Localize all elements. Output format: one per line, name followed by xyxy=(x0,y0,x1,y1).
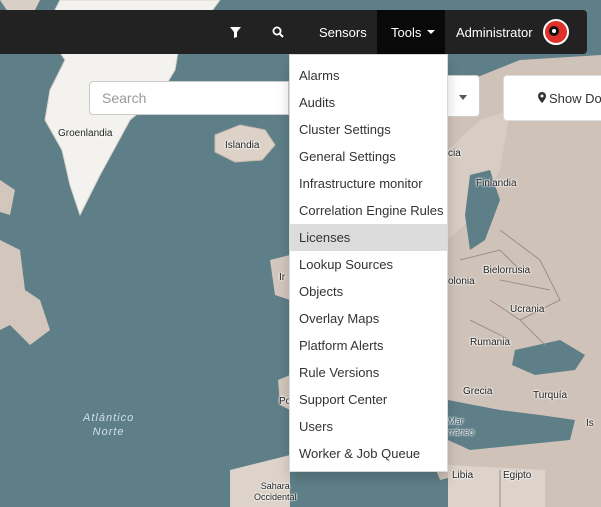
search-icon xyxy=(272,26,284,38)
menu-item-lookup-sources[interactable]: Lookup Sources xyxy=(290,251,447,278)
search-select-toggle[interactable] xyxy=(447,75,480,117)
menu-item-audits[interactable]: Audits xyxy=(290,89,447,116)
map-label-ir: Ir xyxy=(279,272,286,283)
chevron-down-icon xyxy=(459,95,467,100)
map-label-ucrania: Ucrania xyxy=(510,304,545,315)
chevron-down-icon xyxy=(427,30,436,34)
tools-dropdown-menu: Alarms Audits Cluster Settings General S… xyxy=(289,54,448,472)
menu-item-support-center[interactable]: Support Center xyxy=(290,386,447,413)
menu-item-platform-alerts[interactable]: Platform Alerts xyxy=(290,332,447,359)
nav-sensors[interactable]: Sensors xyxy=(319,10,367,54)
map-label-rumania: Rumania xyxy=(470,337,511,348)
map-label-islandia: Islandia xyxy=(225,140,260,151)
menu-item-infrastructure-monitor[interactable]: Infrastructure monitor xyxy=(290,170,447,197)
menu-item-general-settings[interactable]: General Settings xyxy=(290,143,447,170)
nav-tools[interactable]: Tools xyxy=(377,10,445,54)
map-label-groenlandia: Groenlandia xyxy=(58,128,113,139)
map-label-mediterraneo: Mar rráneo xyxy=(448,416,475,437)
menu-item-users[interactable]: Users xyxy=(290,413,447,440)
top-navbar: Sensors Tools Administrator xyxy=(0,10,587,54)
menu-item-alarms[interactable]: Alarms xyxy=(290,62,447,89)
filter-icon xyxy=(229,26,241,38)
ocean-label-atlantico: Atlántico Norte xyxy=(83,412,135,438)
show-button-label: Show Don xyxy=(549,90,601,106)
menu-item-worker-job-queue[interactable]: Worker & Job Queue xyxy=(290,440,447,467)
map-label-turquia: Turquía xyxy=(533,390,568,401)
map-label-libia: Libia xyxy=(452,470,474,481)
map-label-israel: Is xyxy=(586,418,594,429)
map-label-bielorrusia: Bielorrusia xyxy=(483,265,531,276)
nav-user-menu[interactable]: Administrator xyxy=(456,10,569,54)
map-label-polonia: olonia xyxy=(448,276,475,287)
menu-item-rule-versions[interactable]: Rule Versions xyxy=(290,359,447,386)
map-label-finlandia: Finlandia xyxy=(476,178,517,189)
avatar xyxy=(542,19,569,45)
search-button[interactable] xyxy=(267,10,289,54)
nav-tools-label: Tools xyxy=(391,24,422,40)
menu-item-overlay-maps[interactable]: Overlay Maps xyxy=(290,305,447,332)
user-name: Administrator xyxy=(456,24,533,40)
map-marker-icon xyxy=(538,91,546,106)
map-label-egipto: Egipto xyxy=(503,470,532,481)
filter-button[interactable] xyxy=(224,10,246,54)
menu-item-correlation-engine-rules[interactable]: Correlation Engine Rules xyxy=(290,197,447,224)
menu-item-cluster-settings[interactable]: Cluster Settings xyxy=(290,116,447,143)
map-label-cia: cia xyxy=(448,148,461,159)
menu-item-licenses[interactable]: Licenses xyxy=(290,224,447,251)
show-button[interactable]: Show Don xyxy=(503,75,601,121)
map-label-sahara: Sahara Occidental xyxy=(254,481,297,502)
menu-item-objects[interactable]: Objects xyxy=(290,278,447,305)
map-label-grecia: Grecia xyxy=(463,386,493,397)
search-input[interactable] xyxy=(89,81,289,115)
